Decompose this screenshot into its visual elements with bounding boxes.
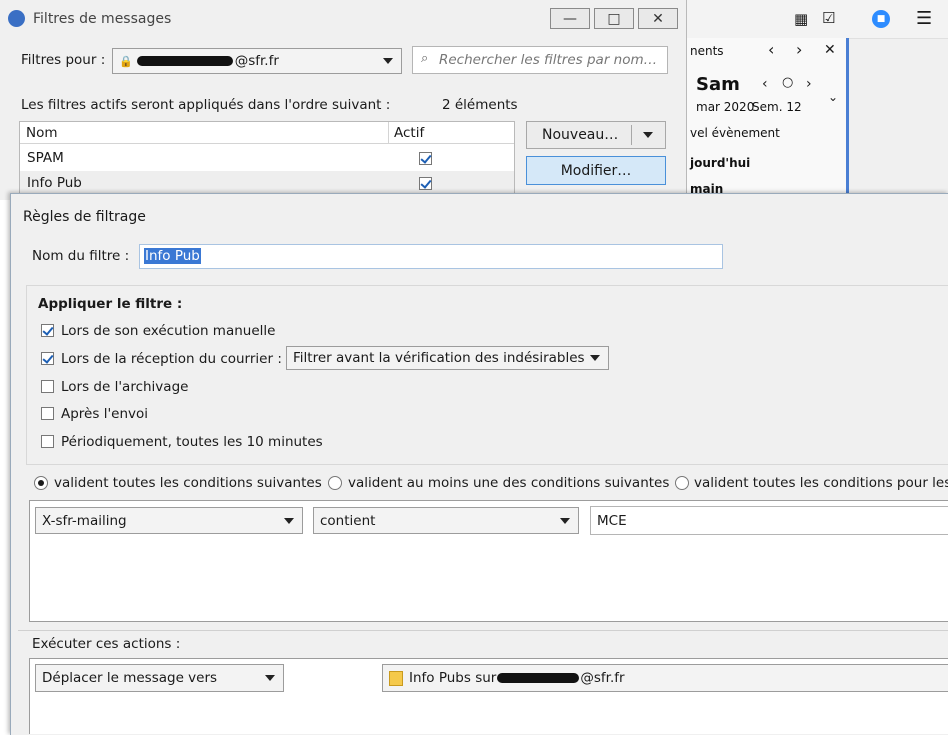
match-any-label[interactable]: valident au moins une des conditions sui… xyxy=(348,475,669,491)
close-icon[interactable]: ✕ xyxy=(824,42,836,58)
actions-label: Exécuter ces actions : xyxy=(32,636,181,652)
edit-filter-label: Modifier… xyxy=(560,162,632,179)
filter-active-checkbox[interactable] xyxy=(419,177,432,190)
calendar-day: Sam xyxy=(696,74,740,95)
filter-list[interactable]: Nom Actif SPAM Info Pub xyxy=(19,121,515,201)
chevron-down-icon xyxy=(560,517,570,524)
edit-filter-button[interactable]: Modifier… xyxy=(526,156,666,185)
calendar-month: mar 2020 xyxy=(696,100,755,114)
minimize-button[interactable]: — xyxy=(550,8,590,29)
filter-row[interactable]: Info Pub xyxy=(20,171,514,195)
filter-search-input[interactable]: ⌕ Rechercher les filtres par nom… xyxy=(412,46,668,74)
chat-icon[interactable]: ■ xyxy=(872,10,890,28)
filter-name: SPAM xyxy=(27,150,64,166)
reception-mode-value: Filtrer avant la vérification des indési… xyxy=(293,350,585,366)
condition-value-input[interactable]: MCE xyxy=(590,506,948,535)
order-text: Les filtres actifs seront appliqués dans… xyxy=(21,97,391,113)
match-any-radio[interactable] xyxy=(328,476,342,490)
chevron-down-icon xyxy=(265,675,275,681)
match-all-label[interactable]: valident toutes les conditions suivantes xyxy=(54,475,322,491)
chevron-down-icon xyxy=(383,58,393,64)
account-select[interactable]: 🔒 @sfr.fr xyxy=(112,48,402,74)
actions-divider xyxy=(18,630,948,631)
new-filter-label: Nouveau… xyxy=(542,127,619,143)
apply-header: Appliquer le filtre : xyxy=(38,296,183,312)
calendar-icon[interactable]: ▦ xyxy=(794,10,808,28)
match-all-radio[interactable] xyxy=(34,476,48,490)
tasks-icon[interactable]: ☑ xyxy=(822,9,835,27)
archive-label[interactable]: Lors de l'archivage xyxy=(61,379,188,395)
filter-name: Info Pub xyxy=(27,175,82,191)
on-receive-checkbox[interactable] xyxy=(41,352,54,365)
new-event-link[interactable]: vel évènement xyxy=(690,126,780,140)
column-active[interactable]: Actif xyxy=(394,125,424,141)
condition-operator-select[interactable]: contient xyxy=(313,507,579,534)
rules-content: Nom du filtre : Info Pub Appliquer le fi… xyxy=(18,233,948,734)
conditions-list[interactable]: X-sfr-mailing contient MCE xyxy=(29,500,948,622)
condition-operator-value: contient xyxy=(320,512,376,529)
actions-list[interactable]: Déplacer le message vers Info Pubs sur @… xyxy=(29,658,948,734)
filter-row[interactable]: SPAM xyxy=(20,146,514,170)
periodic-checkbox[interactable] xyxy=(41,435,54,448)
count-text: 2 éléments xyxy=(442,97,518,113)
action-target-value: Info Pubs sur xyxy=(409,670,497,686)
manual-run-label[interactable]: Lors de son exécution manuelle xyxy=(61,323,275,339)
condition-value: MCE xyxy=(597,513,627,529)
today-dot-icon[interactable]: ○ xyxy=(782,75,793,90)
after-send-label[interactable]: Après l'envoi xyxy=(61,406,148,422)
list-header: Nom Actif xyxy=(20,122,514,144)
column-name[interactable]: Nom xyxy=(26,125,58,141)
hamburger-menu-icon[interactable]: ☰ xyxy=(916,8,932,29)
close-button[interactable]: ✕ xyxy=(638,8,678,29)
action-type-value: Déplacer le message vers xyxy=(42,670,218,686)
search-placeholder: Rechercher les filtres par nom… xyxy=(439,52,658,68)
calendar-week: Sem. 12 xyxy=(752,100,802,114)
prev-icon[interactable]: ‹ xyxy=(768,40,774,59)
filter-name-input[interactable]: Info Pub xyxy=(139,244,723,269)
target-redacted xyxy=(497,673,580,683)
after-send-checkbox[interactable] xyxy=(41,407,54,420)
filters-window: Filtres de messages — □ ✕ Filtres pour :… xyxy=(0,0,687,201)
chevron-down-icon xyxy=(284,517,294,524)
filter-name-label: Nom du filtre : xyxy=(32,248,130,264)
window-title: Filtres de messages xyxy=(33,11,172,27)
rules-window-title: Règles de filtrage xyxy=(23,209,146,225)
new-filter-button[interactable]: Nouveau… xyxy=(526,121,666,149)
condition-field-select[interactable]: X-sfr-mailing xyxy=(35,507,303,534)
match-all-messages-label[interactable]: valident toutes les conditions pour les xyxy=(694,475,948,491)
account-value: @sfr.fr xyxy=(234,53,279,69)
day-prev-icon[interactable]: ‹ xyxy=(762,76,768,92)
chevron-down-icon[interactable]: ⌄ xyxy=(828,90,838,104)
account-redacted xyxy=(136,56,233,66)
column-divider xyxy=(388,122,389,143)
periodic-label[interactable]: Périodiquement, toutes les 10 minutes xyxy=(61,434,323,450)
day-next-icon[interactable]: › xyxy=(806,76,812,92)
filter-name-value: Info Pub xyxy=(144,248,201,264)
archive-checkbox[interactable] xyxy=(41,380,54,393)
match-all-messages-radio[interactable] xyxy=(675,476,689,490)
chevron-down-icon[interactable] xyxy=(643,132,653,138)
today-label: jourd'hui xyxy=(690,156,751,170)
on-receive-label[interactable]: Lors de la réception du courrier : xyxy=(61,351,282,367)
action-target-select[interactable]: Info Pubs sur @sfr.fr xyxy=(382,664,948,692)
action-target-suffix: @sfr.fr xyxy=(580,670,625,686)
lock-icon: 🔒 xyxy=(119,54,133,68)
split-divider xyxy=(631,125,632,145)
maximize-button[interactable]: □ xyxy=(594,8,634,29)
condition-field-value: X-sfr-mailing xyxy=(42,512,127,529)
panel-header: nents xyxy=(690,44,724,58)
background-toolbar: ▦ ☑ ■ ☰ xyxy=(680,0,948,39)
manual-run-checkbox[interactable] xyxy=(41,324,54,337)
apply-filter-group: Appliquer le filtre : Lors de son exécut… xyxy=(26,285,948,465)
action-type-select[interactable]: Déplacer le message vers xyxy=(35,664,284,692)
search-icon: ⌕ xyxy=(421,51,429,66)
reception-mode-select[interactable]: Filtrer avant la vérification des indési… xyxy=(286,346,609,370)
folder-icon xyxy=(389,670,403,686)
filter-active-checkbox[interactable] xyxy=(419,152,432,165)
filters-for-label: Filtres pour : xyxy=(21,52,106,68)
next-icon[interactable]: › xyxy=(796,40,802,59)
chevron-down-icon xyxy=(590,355,600,361)
app-icon xyxy=(8,10,25,27)
calendar-panel: nents ‹ › ✕ Sam ‹ ○ › mar 2020 Sem. 12 ⌄… xyxy=(684,38,849,198)
